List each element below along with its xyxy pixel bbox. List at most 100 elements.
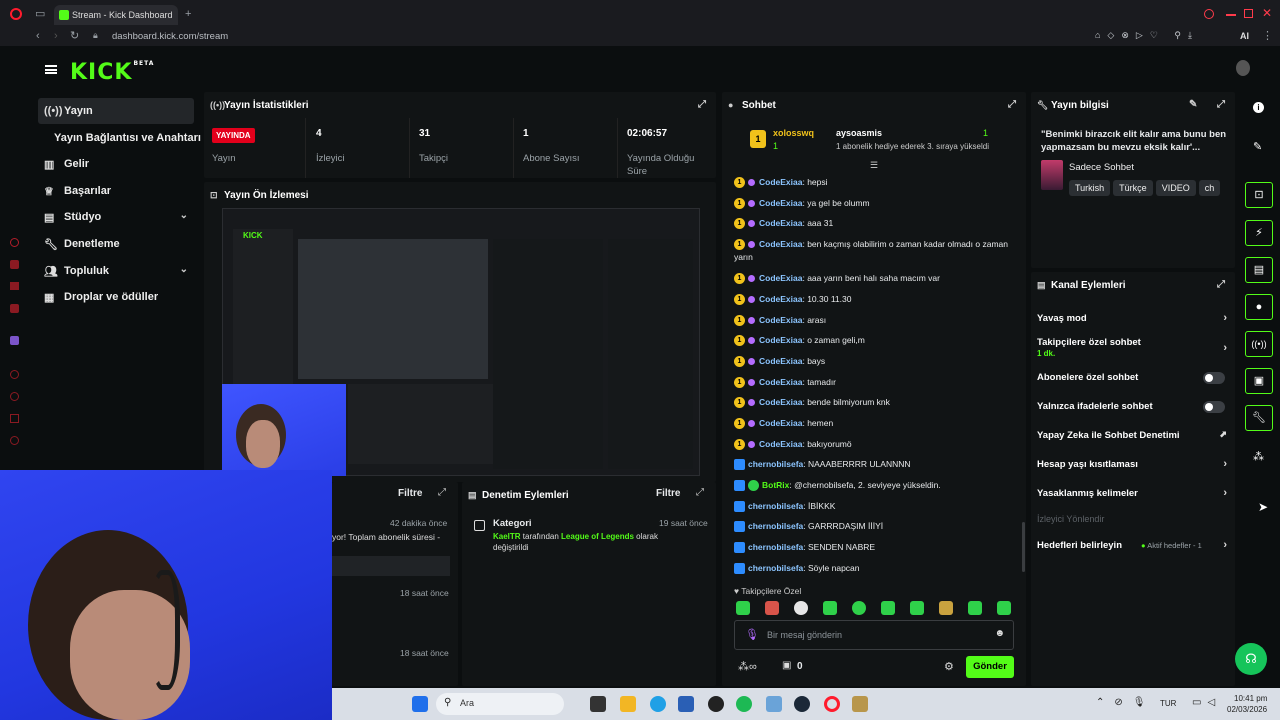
points-icon[interactable]: ⁂∞ xyxy=(738,660,757,673)
clock-time[interactable]: 10:41 pm xyxy=(1234,694,1267,703)
opera-extensions-icon[interactable] xyxy=(10,414,19,423)
sidebar-item-stream-key[interactable]: Yayın Bağlantısı ve Anahtarı xyxy=(38,125,201,151)
expand-icon[interactable]: ⤢ xyxy=(438,487,446,498)
keyboard-language[interactable]: TUR xyxy=(1160,699,1176,708)
chat-username[interactable]: chernobilsefa xyxy=(748,521,803,531)
chat-username[interactable]: CodeExiaa xyxy=(759,218,802,228)
expand-icon[interactable]: ⤢ xyxy=(698,99,706,110)
task-view-icon[interactable] xyxy=(590,696,606,712)
banned-words-item[interactable]: Yasaklanmış kelimeler › xyxy=(1037,487,1227,499)
reload-icon[interactable]: ↻ xyxy=(70,31,79,42)
emote[interactable] xyxy=(881,601,895,615)
chat-scroll-down-icon[interactable]: ☰ xyxy=(870,160,878,171)
opera-settings-icon[interactable] xyxy=(10,436,19,445)
start-icon[interactable] xyxy=(412,696,428,712)
forward-icon[interactable]: › xyxy=(54,31,58,42)
rail-button-screenshot[interactable]: ⊡ xyxy=(1245,182,1273,208)
maximize-icon[interactable] xyxy=(1244,9,1253,18)
hamburger-menu-icon[interactable] xyxy=(45,65,57,74)
rail-button-broadcast[interactable]: ((•)) xyxy=(1245,331,1273,357)
store-icon[interactable] xyxy=(678,696,694,712)
steam-icon[interactable] xyxy=(794,696,810,712)
taskbar-search[interactable]: ⚲ Ara xyxy=(436,693,564,715)
opera-logo-icon[interactable] xyxy=(10,8,22,20)
user-avatar[interactable] xyxy=(1236,60,1250,76)
expand-icon[interactable]: ⤢ xyxy=(1217,279,1225,290)
explorer-icon[interactable] xyxy=(620,696,636,712)
edge-icon[interactable] xyxy=(650,696,666,712)
emote[interactable] xyxy=(997,601,1011,615)
tag[interactable]: VIDEO xyxy=(1155,180,1196,196)
emote-chat-item[interactable]: Yalnızca ifadelerle sohbet xyxy=(1037,401,1227,413)
sidebar-item-drops[interactable]: ▦ Droplar ve ödüller xyxy=(38,284,194,310)
chat-username[interactable]: chernobilsefa xyxy=(748,542,803,552)
obs-icon[interactable] xyxy=(708,696,724,712)
category-name[interactable]: Sadece Sohbet xyxy=(1069,162,1134,173)
chat-username[interactable]: CodeExiaa xyxy=(759,273,802,283)
minimize-icon[interactable] xyxy=(1226,14,1236,16)
subs-chat-item[interactable]: Abonelere özel sohbet xyxy=(1037,372,1227,384)
emote[interactable] xyxy=(794,601,808,615)
url-field[interactable]: dashboard.kick.com/stream xyxy=(112,31,228,42)
chat-settings-icon[interactable]: ⚙ xyxy=(944,660,954,673)
sidebar-item-community[interactable]: 👥︎ Topluluk ⌄ xyxy=(38,258,194,284)
spotify-icon[interactable] xyxy=(736,696,752,712)
rail-button-lightning[interactable]: ⚡︎ xyxy=(1245,220,1273,246)
tag[interactable]: ch xyxy=(1198,180,1221,196)
chat-username[interactable]: CodeExiaa xyxy=(759,418,802,428)
chat-username[interactable]: chernobilsefa xyxy=(748,563,803,573)
more-icon[interactable]: ⁂ xyxy=(1253,450,1264,463)
send-button[interactable]: Gönder xyxy=(966,656,1014,678)
tab-menu-icon[interactable]: ▭ xyxy=(35,9,45,20)
emote[interactable] xyxy=(736,601,750,615)
chat-username[interactable]: chernobilsefa xyxy=(748,459,803,469)
expand-icon[interactable]: ⤢ xyxy=(1008,99,1016,110)
opera-aria-icon[interactable] xyxy=(10,238,19,247)
support-icon[interactable]: ☊ xyxy=(1235,643,1267,675)
sidebar-item-achievements[interactable]: ♕ Başarılar xyxy=(38,178,194,204)
mod-game[interactable]: League of Legends xyxy=(561,532,634,541)
opera-history-icon[interactable] xyxy=(10,392,19,401)
chat-username[interactable]: chernobilsefa xyxy=(748,501,803,511)
emote[interactable] xyxy=(852,601,866,615)
league-icon[interactable] xyxy=(852,696,868,712)
rail-button-panels[interactable]: ▣ xyxy=(1245,368,1273,394)
emote[interactable] xyxy=(823,601,837,615)
slow-mode-item[interactable]: Yavaş mod › xyxy=(1037,312,1227,324)
category-thumbnail[interactable] xyxy=(1041,160,1063,190)
chat-username[interactable]: CodeExiaa xyxy=(759,397,802,407)
tray-icons[interactable]: ⌃⊘🎙︎ xyxy=(1096,697,1155,708)
opera-twitch-icon[interactable] xyxy=(10,336,19,345)
chat-username[interactable]: CodeExiaa xyxy=(759,335,802,345)
chat-username[interactable]: CodeExiaa xyxy=(759,198,802,208)
chat-username[interactable]: CodeExiaa xyxy=(759,177,802,187)
search-tabs-icon[interactable] xyxy=(1204,9,1214,19)
chat-input[interactable]: 🎙︎ Bir mesaj gönderin ☻ xyxy=(734,620,1014,650)
opera-bag-icon[interactable] xyxy=(10,260,19,269)
new-tab-icon[interactable]: + xyxy=(185,9,191,20)
chat-username[interactable]: CodeExiaa xyxy=(759,315,802,325)
opera-messenger-icon[interactable] xyxy=(10,304,19,313)
clock-date[interactable]: 02/03/2026 xyxy=(1227,705,1267,714)
emote-chat-toggle[interactable] xyxy=(1203,401,1225,413)
kick-logo[interactable]: KICKBETA xyxy=(70,60,154,85)
tag[interactable]: Turkish xyxy=(1069,180,1111,196)
aria-ai-button[interactable]: AI xyxy=(1240,31,1249,41)
tag[interactable]: Türkçe xyxy=(1113,180,1153,196)
chat-username[interactable]: CodeExiaa xyxy=(759,294,802,304)
subs-chat-toggle[interactable] xyxy=(1203,372,1225,384)
opera-mail-icon[interactable] xyxy=(10,282,19,290)
rail-button-wrench[interactable]: 🔧︎ xyxy=(1245,405,1273,431)
mod-user[interactable]: KaelTR xyxy=(493,532,521,541)
opera-player-icon[interactable] xyxy=(10,370,19,379)
browser-menu-icon[interactable]: ⋮ xyxy=(1262,31,1273,42)
emote[interactable] xyxy=(765,601,779,615)
goals-item[interactable]: Hedefleri belirleyin ● Aktif hedefler - 1… xyxy=(1037,539,1227,551)
emoji-picker-icon[interactable]: ☻ xyxy=(994,628,1005,639)
filter-button[interactable]: Filtre xyxy=(656,488,680,499)
edit-layout-icon[interactable]: ✎ xyxy=(1253,140,1262,153)
ai-moderation-item[interactable]: Yapay Zeka ile Sohbet Denetimi ⬈ xyxy=(1037,429,1227,441)
sidebar-item-studio[interactable]: ▤ Stüdyo ⌄ xyxy=(38,204,194,230)
rail-button-chat[interactable]: ● xyxy=(1245,294,1273,320)
pinned-user[interactable]: aysoasmis xyxy=(836,128,882,138)
